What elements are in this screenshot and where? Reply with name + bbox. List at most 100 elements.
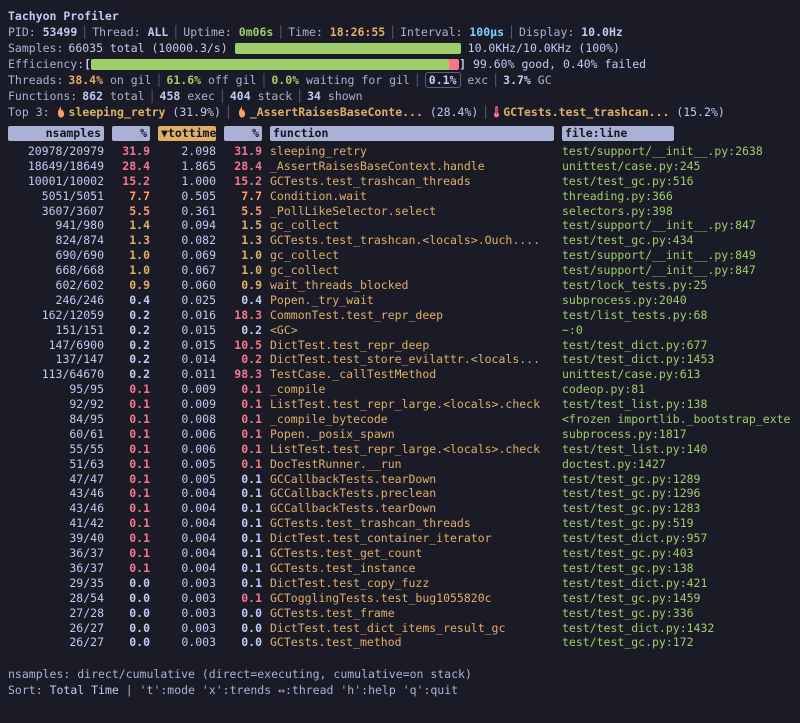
file-line-cell: test/test_list.py:138 <box>562 397 792 412</box>
thread-stat-label: GC <box>531 73 552 87</box>
cumulative-percent-cell: 1.0 <box>224 248 262 263</box>
cumulative-percent-cell: 0.1 <box>224 561 262 576</box>
table-row: 18649/1864928.41.86528.4_AssertRaisesBas… <box>8 159 792 174</box>
info-value: 100μs <box>469 25 504 39</box>
nsamples-cell: 29/35 <box>8 576 104 591</box>
file-line-cell: threading.py:366 <box>562 189 792 204</box>
file-line-cell: test/test_gc.py:1283 <box>562 501 792 516</box>
cumulative-percent-cell: 0.1 <box>224 546 262 561</box>
cumulative-percent-cell: 0.0 <box>224 621 262 636</box>
info-segment: Interval: 100μs <box>400 25 504 39</box>
column-header-tottime[interactable]: ▼tottime <box>158 126 216 141</box>
tottime-cell: 1.000 <box>158 174 216 189</box>
file-line-cell: test/test_dict.py:957 <box>562 531 792 546</box>
function-cell: GCCallbackTests.tearDown <box>270 501 554 516</box>
efficiency-bracket-open: [ <box>84 57 91 71</box>
function-cell: TestCase._callTestMethod <box>270 367 554 382</box>
samples-value: 66035 total (10000.3/s) <box>68 41 227 55</box>
thread-stat-percent: 0.1% <box>425 72 461 88</box>
nsamples-cell: 246/246 <box>8 293 104 308</box>
info-label: PID: <box>8 25 43 39</box>
column-header-function[interactable]: function <box>270 126 554 141</box>
function-cell: GCTests.test_trashcan.<locals>.Ouch.... <box>270 233 554 248</box>
direct-percent-cell: 0.1 <box>112 412 150 427</box>
column-header-direct-percent[interactable]: % <box>112 126 150 141</box>
separator: │ <box>256 73 271 87</box>
file-line-cell: doctest.py:1427 <box>562 457 792 472</box>
efficiency-line: Efficiency:[] 99.60% good, 0.40% failed <box>8 56 792 72</box>
status-footer: nsamples: direct/cumulative (direct=exec… <box>8 666 792 698</box>
separator: │ <box>410 73 425 87</box>
nsamples-cell: 3607/3607 <box>8 204 104 219</box>
top3-content: sleeping_retry (31.9%)│_AssertRaisesBase… <box>55 105 725 119</box>
tottime-cell: 0.082 <box>158 233 216 248</box>
tottime-cell: 0.004 <box>158 561 216 576</box>
separator: │ <box>488 73 503 87</box>
function-cell: DictTest.test_copy_fuzz <box>270 576 554 591</box>
functions-summary-label: Functions: <box>8 89 77 103</box>
separator: │ <box>292 89 307 103</box>
nsamples-cell: 47/47 <box>8 472 104 487</box>
separator: │ <box>504 25 519 39</box>
samples-line: Samples:66035 total (10000.3/s)10.0KHz/1… <box>8 40 792 56</box>
function-cell: GCTests.test_trashcan_threads <box>270 174 554 189</box>
nsamples-cell: 113/64670 <box>8 367 104 382</box>
function-cell: DocTestRunner.__run <box>270 457 554 472</box>
tottime-cell: 0.006 <box>158 427 216 442</box>
direct-percent-cell: 1.4 <box>112 218 150 233</box>
cumulative-percent-cell: 28.4 <box>224 159 262 174</box>
samples-progress-bar <box>235 43 461 54</box>
file-line-cell: test/list_tests.py:68 <box>562 308 792 323</box>
table-row: 27/280.00.0030.0GCTests.test_frametest/t… <box>8 606 792 621</box>
thread-stat: 0.0% waiting for gil <box>271 73 409 87</box>
thread-stat-label: off gil <box>201 73 256 87</box>
direct-percent-cell: 0.1 <box>112 442 150 457</box>
info-segment: Thread: ALL <box>92 25 168 39</box>
nsamples-cell: 39/40 <box>8 531 104 546</box>
functions-count-segment: 458 exec <box>160 89 215 103</box>
top3-label: Top 3: <box>8 105 50 119</box>
tottime-cell: 0.060 <box>158 278 216 293</box>
function-cell: GCTests.test_method <box>270 635 554 650</box>
tottime-cell: 0.094 <box>158 218 216 233</box>
shortcut-hints: | 't':mode 'x':trends ↔:thread 'h':help … <box>126 683 458 697</box>
function-cell: _PollLikeSelector.select <box>270 204 554 219</box>
direct-percent-cell: 0.9 <box>112 278 150 293</box>
app-title-line: Tachyon Profiler <box>8 8 792 24</box>
sort-help-line: Sort: Total Time | 't':mode 'x':trends ↔… <box>8 682 792 698</box>
direct-percent-cell: 1.3 <box>112 233 150 248</box>
thread-stat: 61.6% off gil <box>166 73 256 87</box>
functions-count-segment: 404 stack <box>230 89 292 103</box>
column-header-file-line[interactable]: file:line <box>562 126 674 141</box>
function-cell: sleeping_retry <box>270 144 554 159</box>
table-row: 10001/1000215.21.00015.2GCTests.test_tra… <box>8 174 792 189</box>
file-line-cell: test/support/__init__.py:847 <box>562 218 792 233</box>
table-row: 28/540.00.0030.1GCTogglingTests.test_bug… <box>8 591 792 606</box>
app-title: Tachyon Profiler <box>8 9 119 23</box>
cumulative-percent-cell: 0.0 <box>224 606 262 621</box>
file-line-cell: codeop.py:81 <box>562 382 792 397</box>
table-row: 29/350.00.0030.1DictTest.test_copy_fuzzt… <box>8 576 792 591</box>
table-row: 39/400.10.0040.1DictTest.test_container_… <box>8 531 792 546</box>
top-function-percent: (15.2%) <box>676 105 724 119</box>
thread-stat-label: exc <box>461 73 489 87</box>
tottime-cell: 0.009 <box>158 397 216 412</box>
file-line-cell: test/support/__init__.py:2638 <box>562 144 792 159</box>
thread-stat: 3.7% GC <box>503 73 551 87</box>
function-cell: GCCallbackTests.preclean <box>270 486 554 501</box>
tottime-cell: 0.003 <box>158 576 216 591</box>
column-header-cumulative-percent[interactable]: % <box>224 126 262 141</box>
cumulative-percent-cell: 0.1 <box>224 472 262 487</box>
cumulative-percent-cell: 1.5 <box>224 218 262 233</box>
column-header-nsamples[interactable]: nsamples <box>8 126 104 141</box>
nsamples-cell: 20978/20979 <box>8 144 104 159</box>
tottime-cell: 0.016 <box>158 308 216 323</box>
direct-percent-cell: 15.2 <box>112 174 150 189</box>
functions-count: 862 <box>82 89 110 103</box>
top-function-percent: (28.4%) <box>430 105 478 119</box>
direct-percent-cell: 0.4 <box>112 293 150 308</box>
table-row: 3607/36075.50.3615.5_PollLikeSelector.se… <box>8 204 792 219</box>
direct-percent-cell: 7.7 <box>112 189 150 204</box>
file-line-cell: test/test_gc.py:138 <box>562 561 792 576</box>
tottime-cell: 0.011 <box>158 367 216 382</box>
